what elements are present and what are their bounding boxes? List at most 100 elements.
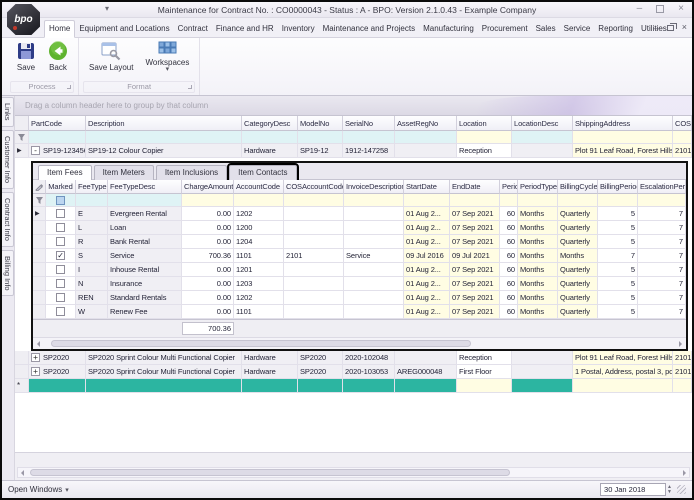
marked-checkbox[interactable]: ✓	[56, 251, 65, 260]
cell-chargeamount[interactable]: 0.00	[182, 263, 234, 277]
cell-period[interactable]: 60	[500, 277, 518, 291]
filter-cell-period[interactable]	[500, 194, 518, 207]
cell-cosaccountcode[interactable]	[284, 305, 344, 319]
column-header-feetypedesc[interactable]: FeeTypeDesc	[108, 180, 182, 194]
column-header-shippingaddress[interactable]: ShippingAddress	[573, 116, 673, 131]
column-header-assetregno[interactable]: AssetRegNo	[395, 116, 457, 131]
new-equipment-row[interactable]: *	[15, 379, 692, 393]
marked-checkbox[interactable]	[56, 237, 65, 246]
cell-invoicedescription[interactable]: Service	[344, 249, 404, 263]
cell-invoicedescription[interactable]	[344, 207, 404, 221]
filter-cell-shippingaddress[interactable]	[573, 131, 673, 144]
cell-invoicedescription[interactable]	[344, 277, 404, 291]
cell-billingperiod[interactable]: 5	[598, 305, 638, 319]
column-header-billingperiod[interactable]: BillingPeriod	[598, 180, 638, 194]
fee-row[interactable]: REN Standard Rentals 0.00 1202 01 Aug 2.…	[33, 291, 686, 305]
cell-cosaccountcode[interactable]	[284, 207, 344, 221]
cell-escalationperiod[interactable]: 7	[638, 221, 686, 235]
cell-billingperiod[interactable]: 5	[598, 291, 638, 305]
expand-toggle-icon[interactable]: +	[31, 367, 40, 376]
app-logo-icon[interactable]: bpo	[7, 4, 40, 35]
ribbon-tab-contract[interactable]: Contract	[174, 21, 212, 37]
detail-scrollbar-thumb[interactable]	[51, 340, 471, 347]
column-header-location[interactable]: Location	[457, 116, 512, 131]
child-minimize-icon[interactable]: –	[654, 24, 659, 32]
filter-cell-locationdesc[interactable]	[512, 131, 573, 144]
ribbon-tab-finance-and-hr[interactable]: Finance and HR	[212, 21, 278, 37]
ribbon-tab-manufacturing[interactable]: Manufacturing	[419, 21, 478, 37]
cell-invoicedescription[interactable]	[344, 221, 404, 235]
cell-accountcode[interactable]: 1200	[234, 221, 284, 235]
cell-cosa[interactable]	[673, 379, 692, 393]
column-header-marked[interactable]: Marked	[46, 180, 76, 194]
column-header-feetype[interactable]: FeeType	[76, 180, 108, 194]
fee-row[interactable]: I Inhouse Rental 0.00 1201 01 Aug 2... 0…	[33, 263, 686, 277]
cell-invoicedescription[interactable]	[344, 291, 404, 305]
cell-cosaccountcode[interactable]	[284, 291, 344, 305]
filter-cell-invoicedescription[interactable]	[344, 194, 404, 207]
maximize-icon[interactable]	[656, 5, 664, 13]
ribbon-tab-home[interactable]: Home	[44, 20, 75, 38]
filter-cell-categorydesc[interactable]	[242, 131, 298, 144]
cell-assetregno[interactable]	[395, 379, 457, 393]
marked-checkbox[interactable]	[56, 265, 65, 274]
cell-location[interactable]: Reception	[457, 351, 512, 365]
open-windows-dropdown-icon[interactable]: ▾	[65, 486, 69, 494]
cell-accountcode[interactable]: 1101	[234, 305, 284, 319]
marked-checkbox[interactable]	[56, 279, 65, 288]
cell-location[interactable]: Reception	[457, 144, 512, 158]
filter-cell-enddate[interactable]	[450, 194, 500, 207]
cell-escalationperiod[interactable]: 7	[638, 235, 686, 249]
filter-cell-marked[interactable]	[46, 194, 76, 207]
cell-location[interactable]: First Floor	[457, 365, 512, 379]
filter-cell-periodtype[interactable]	[518, 194, 558, 207]
column-header-invoicedescription[interactable]: InvoiceDescription	[344, 180, 404, 194]
marked-filter-checkbox[interactable]	[56, 196, 65, 205]
cell-location[interactable]	[457, 379, 512, 393]
cell-cosaccountcode[interactable]	[284, 263, 344, 277]
cell-chargeamount[interactable]: 0.00	[182, 207, 234, 221]
group-by-panel[interactable]: Drag a column header here to group by th…	[15, 96, 692, 116]
cell-modelno[interactable]	[298, 379, 343, 393]
filter-cell-assetregno[interactable]	[395, 131, 457, 144]
cell-shippingaddress[interactable]	[573, 379, 673, 393]
tab-item-contacts[interactable]: Item Contacts	[229, 165, 296, 180]
cell-billingperiod[interactable]: 5	[598, 277, 638, 291]
customize-header-cell[interactable]	[33, 180, 46, 194]
cell-serialno[interactable]	[343, 379, 395, 393]
close-icon[interactable]: ×	[678, 4, 684, 14]
column-header-accountcode[interactable]: AccountCode	[234, 180, 284, 194]
date-field[interactable]: 30 Jan 2018	[600, 483, 666, 496]
cell-billingperiod[interactable]: 5	[598, 207, 638, 221]
scroll-right-icon[interactable]	[683, 470, 686, 476]
sidebar-tab-billing-info[interactable]: Billing Info	[2, 250, 14, 297]
cell-chargeamount[interactable]: 0.00	[182, 277, 234, 291]
save-button[interactable]: Save	[10, 39, 42, 72]
cell-billingperiod[interactable]: 5	[598, 221, 638, 235]
filter-cell-serialno[interactable]	[343, 131, 395, 144]
master-scrollbar-thumb[interactable]	[30, 469, 510, 476]
cell-cosaccountcode[interactable]: 2101	[284, 249, 344, 263]
marked-checkbox[interactable]	[56, 223, 65, 232]
cell-chargeamount[interactable]: 0.00	[182, 305, 234, 319]
resize-grip-icon[interactable]	[677, 485, 686, 494]
ribbon-tab-procurement[interactable]: Procurement	[478, 21, 532, 37]
dialog-launcher-icon[interactable]	[188, 85, 192, 89]
cell-escalationperiod[interactable]: 7	[638, 249, 686, 263]
ribbon-tab-reporting[interactable]: Reporting	[594, 21, 637, 37]
back-button[interactable]: Back	[42, 39, 74, 72]
cell-escalationperiod[interactable]: 7	[638, 277, 686, 291]
ribbon-tab-maintenance-and-projects[interactable]: Maintenance and Projects	[319, 21, 420, 37]
column-header-escalationperiod[interactable]: EscalationPeriod	[638, 180, 686, 194]
master-horizontal-scrollbar[interactable]	[17, 467, 690, 478]
cell-chargeamount[interactable]: 0.00	[182, 221, 234, 235]
filter-cell-description[interactable]	[86, 131, 242, 144]
equipment-row-sp2020-a[interactable]: +SP2020 SP2020 Sprint Colour Multi Funct…	[15, 351, 692, 365]
marked-checkbox[interactable]	[56, 209, 65, 218]
scroll-right-icon[interactable]	[679, 341, 682, 347]
cell-period[interactable]: 60	[500, 235, 518, 249]
filter-cell-location[interactable]	[457, 131, 512, 144]
scroll-left-icon[interactable]	[37, 341, 40, 347]
column-header-modelno[interactable]: ModelNo	[298, 116, 343, 131]
filter-cell-billingcycle[interactable]	[558, 194, 598, 207]
